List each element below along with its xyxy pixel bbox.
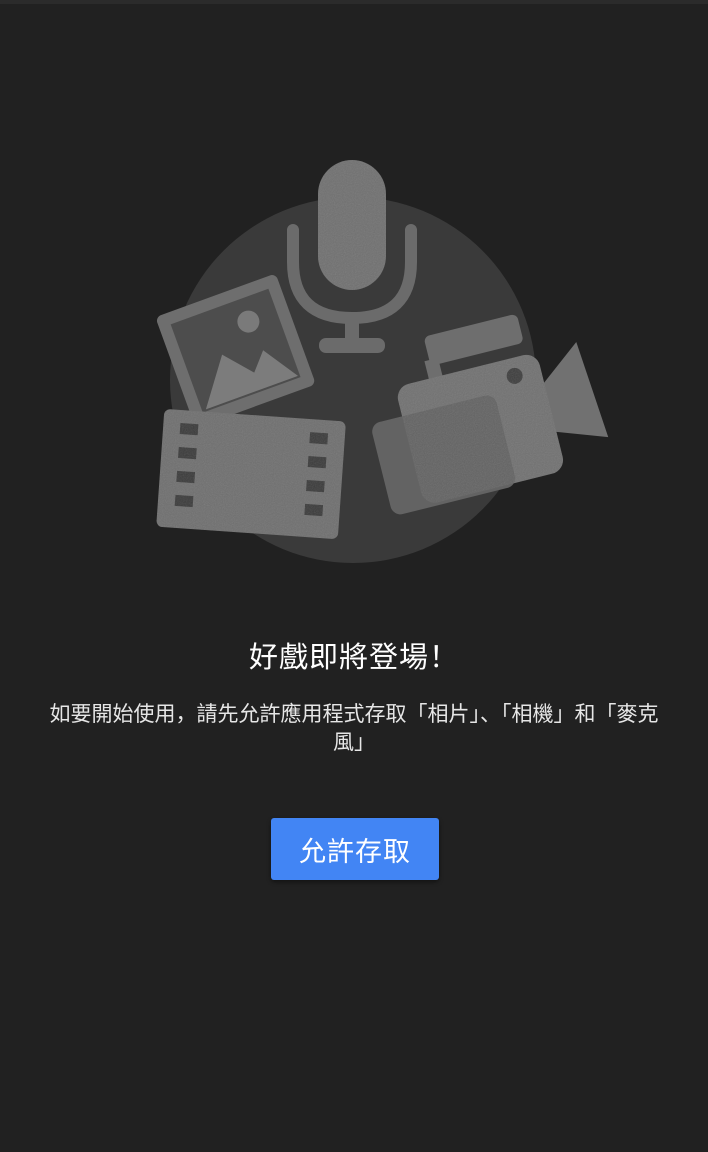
media-permission-illustration <box>156 160 609 563</box>
permission-message: 如要開始使用，請先允許應用程式存取「相片」、「相機」和「麥克風」 <box>49 702 659 754</box>
screen-title: 好戲即將登場！ <box>248 640 459 674</box>
permission-screen: 好戲即將登場！ 如要開始使用，請先允許應用程式存取「相片」、「相機」和「麥克風」… <box>0 0 708 1152</box>
status-bar-edge <box>0 0 708 4</box>
allow-access-button[interactable]: 允許存取 <box>271 818 439 880</box>
